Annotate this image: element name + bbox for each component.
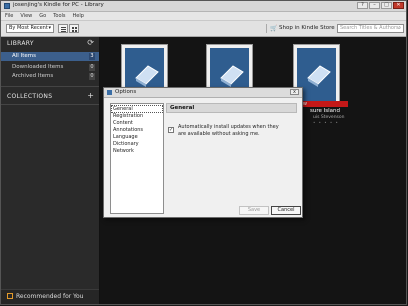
options-dialog-icon <box>107 90 112 95</box>
window-controls: ? – □ ✕ <box>357 2 404 9</box>
search-input[interactable]: Search Titles & Authors ⌕ <box>337 24 404 33</box>
collections-title: COLLECTIONS <box>7 93 53 100</box>
category-annotations[interactable]: Annotations <box>112 127 162 133</box>
recommended-label[interactable]: Recommended for You <box>16 293 83 300</box>
sidebar-divider <box>1 86 99 87</box>
menu-tools[interactable]: Tools <box>53 12 65 20</box>
item-count-badge: 0 <box>89 73 95 80</box>
search-icon[interactable]: ⌕ <box>398 25 401 32</box>
item-count-badge: 0 <box>89 64 95 71</box>
sidebar-item-label: Archived Items <box>12 73 54 79</box>
cart-icon[interactable]: 🛒 <box>270 25 278 32</box>
reading-progress-dots: • • • • • <box>313 120 339 125</box>
kindle-window: josenjing's Kindle for PC - Library ? – … <box>0 0 407 305</box>
grid-view-icon <box>75 27 77 29</box>
book-title[interactable]: sure Island <box>310 108 340 114</box>
book-icon <box>135 65 159 87</box>
list-view-icon <box>61 29 66 30</box>
collections-header: COLLECTIONS + <box>1 90 99 102</box>
chevron-down-icon: ▾ <box>48 25 51 31</box>
toolbar: By Most Recent ▾ 🛒 Shop in Kindle Store … <box>1 21 406 37</box>
kindle-app-icon <box>4 3 10 9</box>
grid-view-button[interactable] <box>69 24 79 33</box>
menu-view[interactable]: View <box>20 12 32 20</box>
auto-update-label: Automatically install updates when they … <box>178 124 279 137</box>
list-view-button[interactable] <box>58 24 68 33</box>
sidebar: LIBRARY ⟳ All Items 3 Downloaded Items 0… <box>1 37 100 304</box>
toolbar-divider <box>266 24 267 33</box>
settings-pane-title: General <box>170 105 195 111</box>
menu-go[interactable]: Go <box>39 12 46 20</box>
settings-pane-header: General <box>166 103 297 113</box>
library-title: LIBRARY <box>7 40 34 47</box>
dialog-title-bar: Options x <box>104 88 302 98</box>
recommended-icon <box>7 293 13 299</box>
library-header: LIBRARY ⟳ <box>1 37 99 49</box>
sidebar-item-label: Downloaded Items <box>12 64 64 70</box>
refresh-icon[interactable]: ⟳ <box>87 38 94 47</box>
dialog-title: Options <box>115 89 137 95</box>
category-general[interactable]: General <box>111 105 163 113</box>
item-count-badge: 3 <box>89 53 95 60</box>
options-dialog: Options x General Registration Content A… <box>103 87 303 218</box>
grid-view-icon <box>72 27 74 29</box>
sidebar-item-archived[interactable]: Archived Items 0 <box>1 72 99 81</box>
auto-update-checkbox[interactable]: ✓ <box>168 127 174 133</box>
category-language[interactable]: Language <box>112 134 162 140</box>
sidebar-divider <box>1 104 99 105</box>
sort-dropdown-value: By Most Recent <box>9 25 48 31</box>
sidebar-item-all-items[interactable]: All Items 3 <box>1 52 99 61</box>
list-view-icon <box>61 27 66 28</box>
category-dictionary[interactable]: Dictionary <box>112 141 162 147</box>
category-registration[interactable]: Registration <box>112 113 162 119</box>
menu-bar: File View Go Tools Help <box>1 12 406 21</box>
add-collection-icon[interactable]: + <box>87 91 94 100</box>
maximize-button[interactable]: □ <box>381 2 392 9</box>
category-network[interactable]: Network <box>112 148 162 154</box>
title-bar: josenjing's Kindle for PC - Library ? – … <box>1 1 406 12</box>
save-button[interactable]: Save <box>239 206 269 215</box>
grid-view-icon <box>75 30 77 32</box>
minimize-button[interactable]: – <box>369 2 380 9</box>
recommended-bar[interactable]: Recommended for You <box>1 289 99 304</box>
menu-help[interactable]: Help <box>73 12 84 20</box>
menu-file[interactable]: File <box>5 12 13 20</box>
list-view-icon <box>61 31 66 32</box>
options-category-list: General Registration Content Annotations… <box>110 103 164 214</box>
sort-dropdown[interactable]: By Most Recent ▾ <box>6 24 54 33</box>
book-icon <box>307 65 331 87</box>
sidebar-item-downloaded[interactable]: Downloaded Items 0 <box>1 63 99 72</box>
help-button[interactable]: ? <box>357 2 368 9</box>
search-placeholder: Search Titles & Authors <box>340 25 399 31</box>
sidebar-item-label: All Items <box>12 53 36 59</box>
grid-view-icon <box>72 30 74 32</box>
category-content[interactable]: Content <box>112 120 162 126</box>
shop-kindle-store-link[interactable]: Shop in Kindle Store <box>279 25 335 31</box>
dialog-close-button[interactable]: x <box>290 89 299 95</box>
close-button[interactable]: ✕ <box>393 2 404 9</box>
book-icon <box>220 65 244 87</box>
cancel-button[interactable]: Cancel <box>271 206 301 215</box>
window-title: josenjing's Kindle for PC - Library <box>13 2 104 8</box>
